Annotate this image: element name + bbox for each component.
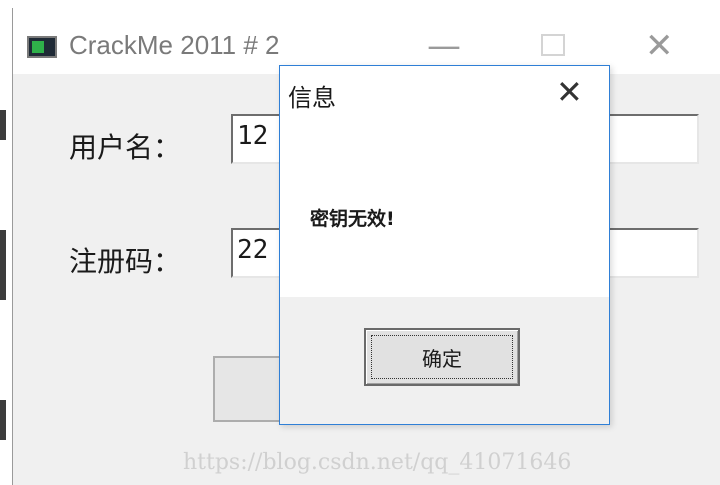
left-edge (0, 0, 12, 485)
left-edge-mark (0, 400, 6, 440)
regcode-label: 注册码： (69, 245, 182, 278)
username-label: 用户名： (69, 131, 182, 164)
message-dialog: 信息 ✕ 密钥无效! 确定 (279, 65, 610, 425)
dialog-title: 信息 (288, 84, 336, 112)
dialog-message: 密钥无效! (310, 208, 395, 230)
left-edge-mark (0, 110, 6, 140)
ok-button[interactable]: 确定 (364, 328, 520, 386)
close-icon[interactable]: ✕ (645, 26, 674, 66)
minimize-icon[interactable]: — (427, 26, 461, 66)
maximize-icon[interactable] (541, 34, 565, 56)
app-icon (27, 36, 57, 58)
dialog-close-icon[interactable]: ✕ (556, 72, 583, 112)
focus-ring (371, 335, 513, 379)
left-edge-mark (0, 230, 6, 300)
window-title: CrackMe 2011 # 2 (69, 30, 280, 60)
watermark: https://blog.csdn.net/qq_41071646 (183, 450, 572, 475)
top-edge (0, 0, 720, 8)
